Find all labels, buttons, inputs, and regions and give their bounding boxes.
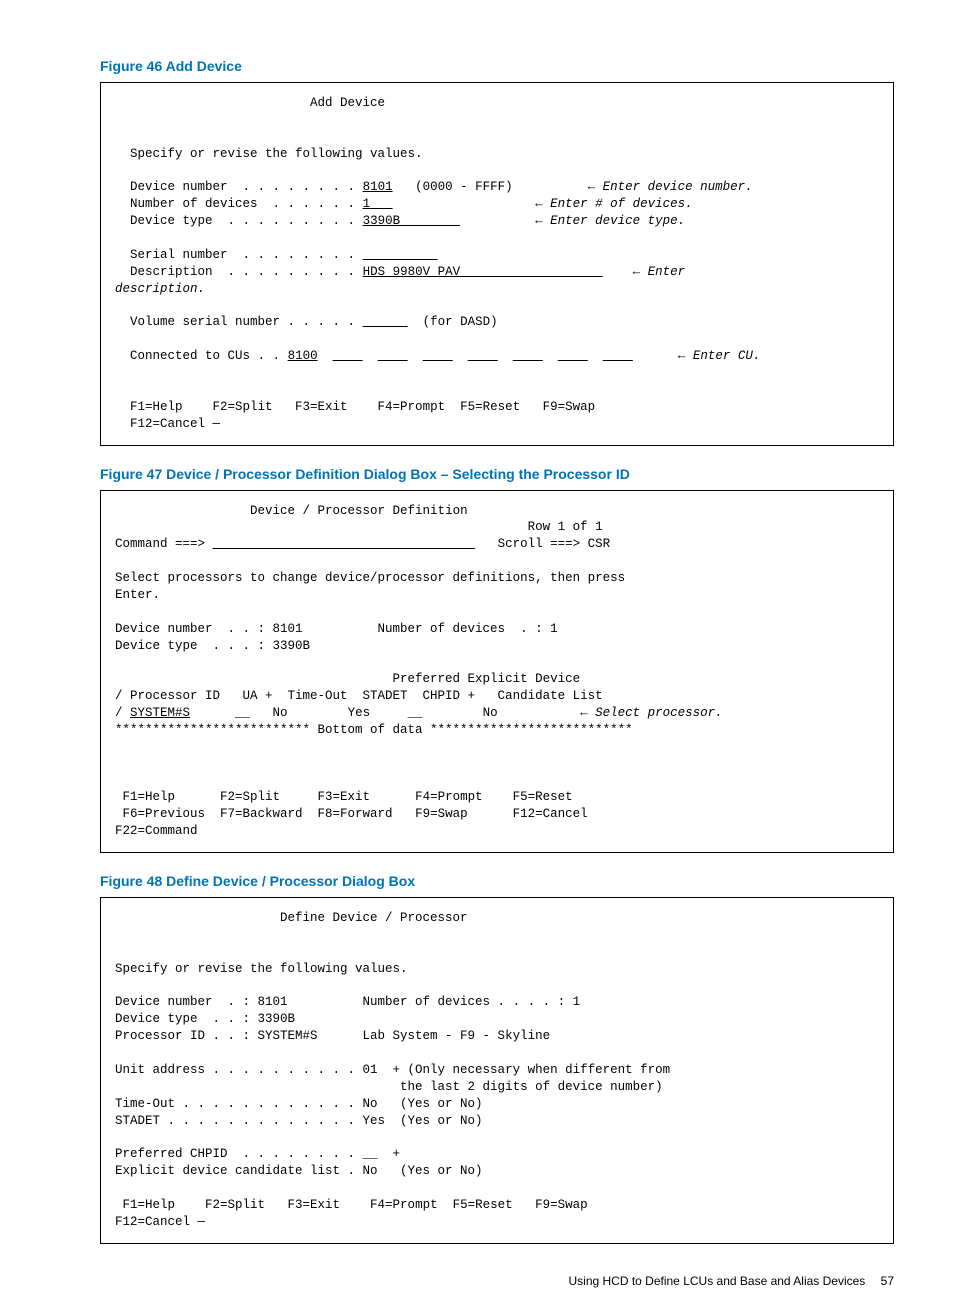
figure-47-screen: Device / Processor Definition Row 1 of 1… (100, 490, 894, 854)
f46-fkeys1: F1=Help F2=Split F3=Exit F4=Prompt F5=Re… (130, 400, 595, 414)
f47-row: Row 1 of 1 (528, 520, 603, 534)
page-footer: Using HCD to Define LCUs and Base and Al… (100, 1274, 894, 1288)
f48-screen-title: Define Device / Processor (280, 911, 468, 925)
figure-47-title: Figure 47 Device / Processor Definition … (100, 466, 894, 482)
f48-fkeys1: F1=Help F2=Split F3=Exit F4=Prompt F5=Re… (123, 1198, 588, 1212)
f46-screen-title: Add Device (310, 96, 385, 110)
f47-fkeys1: F1=Help F2=Split F3=Exit F4=Prompt F5=Re… (123, 790, 573, 804)
f46-desc-hint: Enter (648, 265, 686, 279)
f46-numdev-hint: Enter # of devices. (550, 197, 693, 211)
f46-devnum-range: (0000 - FFFF) (415, 180, 513, 194)
f46-desc-hint2: description. (115, 282, 205, 296)
f46-serial-label: Serial number . . . . . . . . (130, 248, 355, 262)
f47-scroll: Scroll ===> CSR (498, 537, 611, 551)
f46-desc-label: Description . . . . . . . . . (130, 265, 355, 279)
f46-devnum-label: Device number . . . . . . . . (130, 180, 355, 194)
f48-explicit: Explicit device candidate list . No (Yes… (115, 1164, 483, 1178)
f46-cu-hint: Enter CU. (693, 349, 761, 363)
f47-row-hint: Select processor. (595, 706, 723, 720)
f46-devnum-hint: Enter device number. (603, 180, 753, 194)
f46-devtype-hint: Enter device type. (550, 214, 685, 228)
f46-vol-note: (for DASD) (423, 315, 498, 329)
f46-instruct: Specify or revise the following values. (130, 147, 423, 161)
f47-screen-title: Device / Processor Definition (250, 504, 468, 518)
f47-devtype: Device type . . . : 3390B (115, 639, 310, 653)
figure-46-screen: Add Device Specify or revise the followi… (100, 82, 894, 446)
f47-instruct1: Select processors to change device/proce… (115, 571, 625, 585)
f47-bottom: ************************** Bottom of dat… (115, 723, 633, 737)
page-number: 57 (881, 1274, 894, 1288)
f47-colhead2: / Processor ID UA + Time-Out STADET CHPI… (115, 689, 603, 703)
figure-46-title: Figure 46 Add Device (100, 58, 894, 74)
figure-48-screen: Define Device / Processor Specify or rev… (100, 897, 894, 1244)
f48-procid: Processor ID . . : SYSTEM#S Lab System -… (115, 1029, 550, 1043)
f46-numdev-value[interactable]: 1 (363, 197, 371, 211)
f47-fkeys2: F6=Previous F7=Backward F8=Forward F9=Sw… (123, 807, 588, 821)
f47-cmd-input[interactable] (213, 537, 476, 551)
f48-devtype: Device type . . : 3390B (115, 1012, 295, 1026)
f47-cmd-label: Command ===> (115, 537, 205, 551)
f48-prefchpid: Preferred CHPID . . . . . . . . __ + (115, 1147, 400, 1161)
f46-vol-label: Volume serial number . . . . . (130, 315, 355, 329)
f46-cu-value[interactable]: 8100 (288, 349, 318, 363)
f47-instruct2: Enter. (115, 588, 160, 602)
f47-colhead1: Preferred Explicit Device (115, 672, 580, 686)
f48-unitaddr2: the last 2 digits of device number) (115, 1080, 663, 1094)
f47-row-post: __ No Yes __ No (190, 706, 580, 720)
f48-timeout: Time-Out . . . . . . . . . . . . No (Yes… (115, 1097, 483, 1111)
f48-fkeys2: F12=Cancel — (115, 1215, 205, 1229)
f46-fkeys2: F12=Cancel — (130, 417, 220, 431)
f48-unitaddr: Unit address . . . . . . . . . . 01 + (O… (115, 1063, 670, 1077)
f46-numdev-label: Number of devices . . . . . . (130, 197, 355, 211)
f48-devnum: Device number . : 8101 Number of devices… (115, 995, 580, 1009)
f46-devnum-value[interactable]: 8101 (363, 180, 393, 194)
f47-fkeys3: F22=Command (115, 824, 198, 838)
f47-devnum: Device number . . : 8101 Number of devic… (115, 622, 558, 636)
footer-text: Using HCD to Define LCUs and Base and Al… (568, 1274, 865, 1288)
f47-row-pre: / (115, 706, 123, 720)
f46-desc-value[interactable]: HDS 9980V PAV (363, 265, 461, 279)
f47-row-sys[interactable]: SYSTEM#S (130, 706, 190, 720)
f46-vol-value[interactable] (363, 315, 408, 329)
f48-stadet: STADET . . . . . . . . . . . . . Yes (Ye… (115, 1114, 483, 1128)
figure-48-title: Figure 48 Define Device / Processor Dial… (100, 873, 894, 889)
f46-serial-value[interactable] (363, 248, 438, 262)
f48-instruct: Specify or revise the following values. (115, 962, 408, 976)
f46-devtype-label: Device type . . . . . . . . . (130, 214, 355, 228)
f46-devtype-value[interactable]: 3390B (363, 214, 401, 228)
f46-cu-label: Connected to CUs . . (130, 349, 280, 363)
